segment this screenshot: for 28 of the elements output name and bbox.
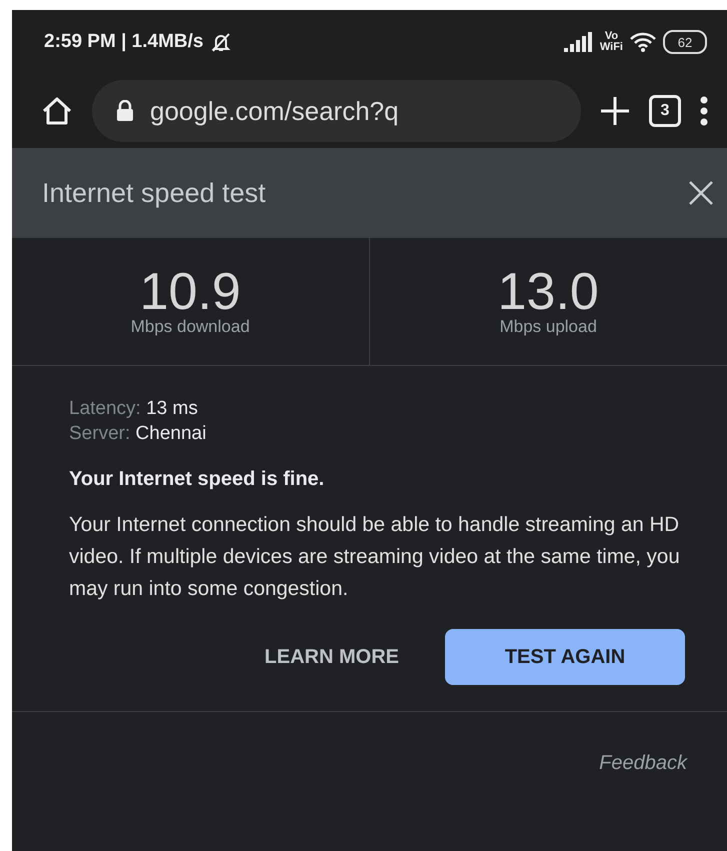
test-again-button[interactable]: TEST AGAIN	[445, 629, 685, 685]
muted-bell-icon	[210, 31, 232, 53]
close-icon[interactable]	[687, 179, 715, 207]
menu-icon[interactable]	[699, 95, 709, 127]
speed-value: 10.9	[140, 266, 241, 316]
status-text: WiFi	[600, 42, 623, 53]
speed-value: 13.0	[498, 266, 599, 316]
wifi-icon	[629, 31, 657, 53]
detail-value: 13 ms	[146, 398, 198, 419]
description-text: Your Internet connection should be able to handle streaming an HD video. If multiple devices are streaming video at the same time, you may run into some congestion.	[69, 512, 681, 602]
battery-icon: 62	[663, 30, 707, 54]
plus-icon[interactable]	[599, 95, 631, 127]
speed-label: Mbps download	[130, 316, 250, 336]
detail-label: Server:	[69, 423, 130, 444]
card-title: Internet speed test	[42, 178, 267, 208]
signal-icon	[564, 32, 594, 52]
lock-icon	[116, 100, 134, 122]
speed-verdict: Your Internet speed is fine.	[69, 468, 326, 491]
address-bar[interactable]: google.com/search?q	[92, 80, 581, 142]
feedback-link[interactable]: Feedback	[599, 752, 687, 775]
detail-label: Latency:	[69, 398, 141, 419]
url-text: google.com/search?q	[150, 96, 399, 126]
detail-value: Chennai	[136, 423, 206, 444]
learn-more-button[interactable]: LEARN MORE	[264, 638, 399, 676]
speed-label: Mbps upload	[500, 316, 597, 336]
status-text: 2:59 PM | 1.4MB/s	[44, 31, 204, 53]
status-text: Vo	[604, 31, 618, 42]
tab-switcher-button[interactable]: 3	[649, 95, 681, 127]
